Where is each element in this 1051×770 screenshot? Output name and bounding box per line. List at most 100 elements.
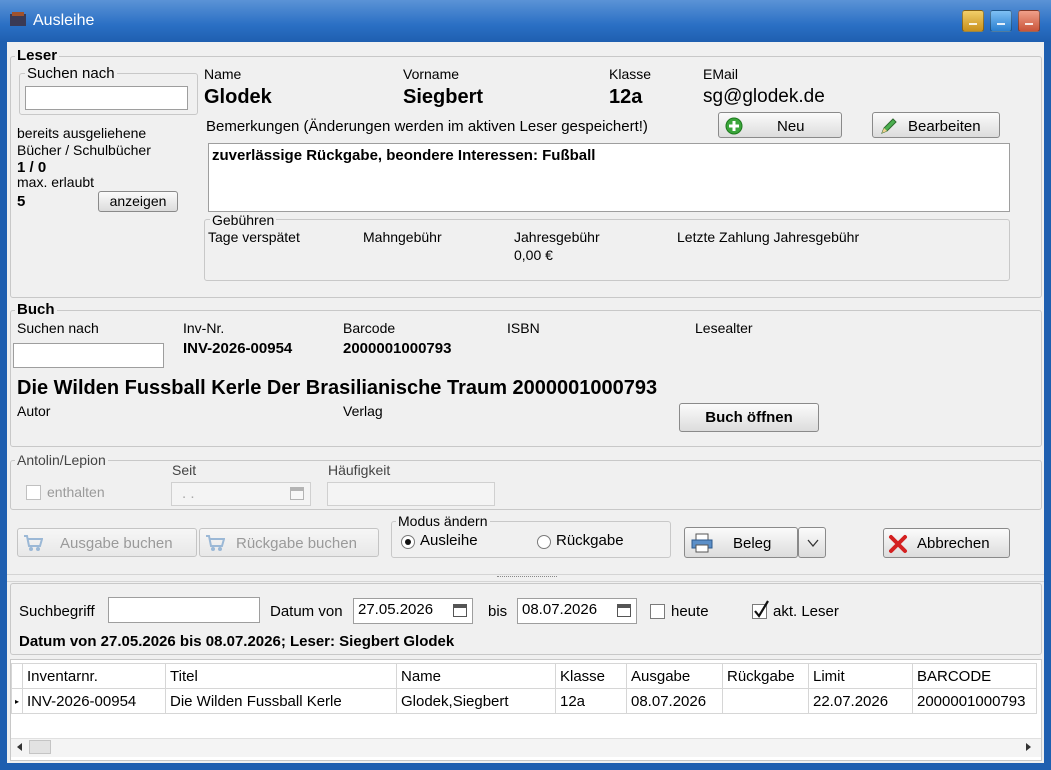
table-row[interactable]: ▸ INV-2026-00954 Die Wilden Fussball Ker… [11,688,1037,714]
antolin-group-label: Antolin/Lepion [15,452,108,468]
since-date-value: . . [182,485,195,502]
max-allowed-label: max. erlaubt [17,174,95,190]
mode-loan-label: Ausleihe [420,532,478,549]
column-header[interactable]: BARCODE [912,663,1037,689]
edit-reader-label: Bearbeiten [908,118,981,135]
contained-checkbox[interactable] [26,485,41,500]
reader-search-input[interactable] [25,86,188,110]
cancel-button[interactable]: Abbrechen [883,528,1010,558]
remarks-label: Bemerkungen (Änderungen werden im aktive… [206,118,648,135]
scroll-right-icon[interactable] [1023,742,1033,752]
edit-reader-button[interactable]: Bearbeiten [872,112,1000,138]
loaned-label-line2: Bücher / Schulbücher [17,142,151,158]
frequency-label: Häufigkeit [328,462,391,478]
mode-loan-radio[interactable] [401,535,415,549]
table-cell: INV-2026-00954 [22,688,166,714]
date-from-value: 27.05.2026 [358,601,434,618]
table-cell: Glodek,Siegbert [396,688,556,714]
reminder-fee-label: Mahngebühr [363,229,442,245]
calendar-icon[interactable] [453,604,467,617]
remarks-textarea[interactable]: zuverlässige Rückgabe, beondere Interess… [208,143,1010,212]
mode-return-radio[interactable] [537,535,551,549]
fees-group-label: Gebühren [210,212,277,228]
row-pointer-icon: ▸ [11,688,23,714]
close-x-icon [889,535,907,553]
annual-fee-label: Jahresgebühr [514,229,600,245]
title-bar: Ausleihe [0,0,1051,42]
column-header[interactable]: Name [396,663,556,689]
search-term-input[interactable] [108,597,260,623]
book-group-label: Buch [15,301,57,318]
pencil-icon [881,118,897,134]
cart-icon [24,535,43,551]
book-search-input[interactable] [13,343,164,368]
column-header[interactable]: Ausgabe [626,663,723,689]
window-title: Ausleihe [33,12,95,29]
close-button[interactable] [1018,10,1040,32]
maximize-button[interactable] [990,10,1012,32]
contained-label: enthalten [47,484,105,500]
name-label: Name [204,66,242,82]
minimize-button[interactable] [962,10,984,32]
reader-search-label: Suchen nach [25,65,117,82]
first-name-label: Vorname [403,66,460,82]
calendar-icon[interactable] [617,604,631,617]
date-from-field[interactable]: 27.05.2026 [353,598,473,624]
show-loans-button[interactable]: anzeigen [98,191,178,212]
table-cell: 22.07.2026 [808,688,913,714]
barcode-label: Barcode [343,320,396,336]
plus-icon [725,117,743,135]
filter-summary: Datum von 27.05.2026 bis 08.07.2026; Les… [19,633,455,650]
annual-fee-value: 0,00 € [514,247,553,263]
today-checkbox[interactable] [650,604,665,619]
return-button[interactable]: Rückgabe buchen [199,528,379,557]
column-header[interactable]: Klasse [555,663,627,689]
loans-table: Inventarnr. Titel Name Klasse Ausgabe Rü… [11,663,1037,714]
since-label: Seit [172,462,197,478]
mode-return-label: Rückgabe [556,532,624,549]
fees-group [204,219,1010,281]
since-date-field[interactable]: . . [171,482,311,506]
date-to-field[interactable]: 08.07.2026 [517,598,637,624]
cancel-label: Abbrechen [917,535,990,552]
column-header[interactable]: Rückgabe [722,663,809,689]
book-search-label: Suchen nach [17,320,99,336]
chevron-down-icon [807,539,819,547]
checkout-button[interactable]: Ausgabe buchen [17,528,197,557]
column-header[interactable]: Limit [808,663,913,689]
current-reader-checkbox[interactable] [752,600,769,619]
new-reader-label: Neu [777,118,805,135]
date-to-value: 08.07.2026 [522,601,598,618]
table-header-row: Inventarnr. Titel Name Klasse Ausgabe Rü… [11,663,1037,689]
table-cell [722,688,809,714]
return-cart-icon [206,535,225,551]
book-title: Die Wilden Fussball Kerle Der Brasiliani… [17,377,658,399]
max-allowed-value: 5 [17,193,26,210]
app-window: Ausleihe Leser Suchen nach bereits ausge… [0,0,1051,770]
checkout-label: Ausgabe buchen [60,535,173,552]
column-header[interactable]: Inventarnr. [22,663,166,689]
author-label: Autor [17,403,51,419]
table-cell: 12a [555,688,627,714]
calendar-icon[interactable] [290,487,304,500]
first-name-value: Siegbert [403,86,484,108]
scroll-left-icon[interactable] [15,742,25,752]
horizontal-scrollbar[interactable] [11,738,1041,757]
frequency-field[interactable] [327,482,495,506]
publisher-label: Verlag [343,403,383,419]
column-header[interactable]: Titel [165,663,397,689]
email-label: EMail [703,66,739,82]
last-payment-label: Letzte Zahlung Jahresgebühr [677,229,860,245]
current-reader-label: akt. Leser [773,603,839,620]
reader-group-label: Leser [15,47,60,64]
open-book-button[interactable]: Buch öffnen [679,403,819,432]
new-reader-button[interactable]: Neu [718,112,842,138]
receipt-button[interactable]: Beleg [684,527,798,558]
receipt-dropdown-button[interactable] [798,527,826,558]
scroll-thumb[interactable] [29,740,51,754]
barcode-value: 2000001000793 [343,340,452,357]
today-label: heute [671,603,709,620]
reading-age-label: Lesealter [695,320,753,336]
inventory-number-value: INV-2026-00954 [183,340,293,357]
class-label: Klasse [609,66,652,82]
